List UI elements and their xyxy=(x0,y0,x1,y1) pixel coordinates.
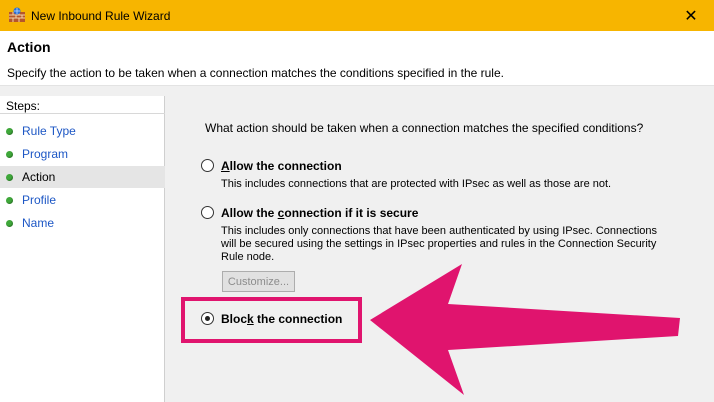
step-label: Action xyxy=(22,170,56,184)
step-label: Program xyxy=(22,147,69,161)
action-question: What action should be taken when a conne… xyxy=(205,121,644,135)
highlight-box xyxy=(181,297,362,343)
step-name[interactable]: Name xyxy=(0,212,165,234)
title-bar: New Inbound Rule Wizard ✕ xyxy=(0,0,714,31)
window-title: New Inbound Rule Wizard xyxy=(31,9,171,23)
arrow-left-icon xyxy=(370,264,680,395)
customize-button[interactable]: Customize... xyxy=(222,271,295,292)
step-label: Name xyxy=(22,216,55,230)
step-label: Rule Type xyxy=(22,124,76,138)
steps-divider xyxy=(0,113,165,114)
page-title: Action xyxy=(7,39,51,55)
allow-secure-radio[interactable] xyxy=(201,206,214,219)
close-button[interactable]: ✕ xyxy=(668,0,714,31)
allow-connection-description: This includes connections that are prote… xyxy=(221,178,612,190)
step-label: Profile xyxy=(22,193,57,207)
allow-connection-label[interactable]: Allow the connection xyxy=(221,159,342,173)
allow-connection-radio[interactable] xyxy=(201,159,214,172)
step-status-icon xyxy=(6,219,13,227)
step-rule-type[interactable]: Rule Type xyxy=(0,120,165,142)
firewall-app-icon xyxy=(9,7,25,22)
step-status-icon xyxy=(6,127,13,135)
page-subtitle: Specify the action to be taken when a co… xyxy=(7,66,504,80)
step-program[interactable]: Program xyxy=(0,143,165,165)
step-status-icon xyxy=(6,196,13,204)
wizard-header: Action Specify the action to be taken wh… xyxy=(0,31,714,86)
steps-title: Steps: xyxy=(6,99,41,113)
allow-secure-label[interactable]: Allow the connection if it is secure xyxy=(221,206,418,220)
allow-secure-description: This includes only connections that have… xyxy=(221,225,657,263)
step-action[interactable]: Action xyxy=(0,166,165,188)
close-icon: ✕ xyxy=(684,7,698,25)
step-profile[interactable]: Profile xyxy=(0,189,165,211)
step-status-icon xyxy=(6,150,13,158)
step-status-icon xyxy=(6,173,13,181)
steps-pane: Steps: Rule Type Program Action Profile … xyxy=(0,96,165,402)
